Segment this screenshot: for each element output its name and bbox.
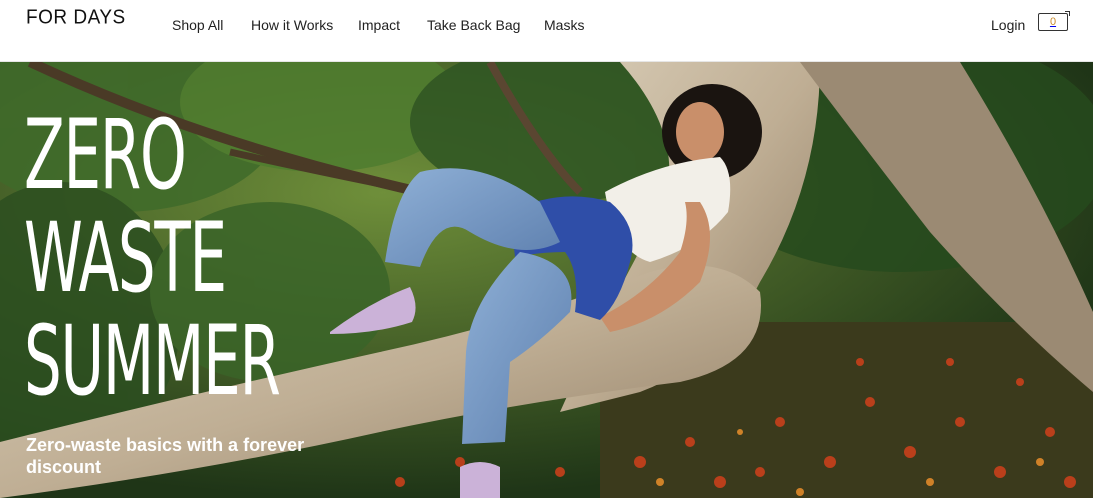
cart-button[interactable]: 0 (1038, 11, 1070, 31)
nav-item-shop-all[interactable]: Shop All (172, 17, 223, 33)
cart-count: 0 (1049, 16, 1057, 28)
hero-title: ZERO WASTE SUMMER (24, 99, 281, 417)
login-link[interactable]: Login (991, 17, 1025, 33)
nav-item-take-back-bag[interactable]: Take Back Bag (427, 17, 520, 33)
hero-subtitle: Zero-waste basics with a forever discoun… (26, 435, 305, 477)
hero-title-line: SUMMER (24, 305, 281, 417)
hero-title-line: WASTE (24, 202, 227, 314)
hero-title-line: ZERO (24, 99, 187, 211)
nav-item-impact[interactable]: Impact (358, 17, 400, 33)
nav-item-masks[interactable]: Masks (544, 17, 584, 33)
hero-banner[interactable]: ZERO WASTE SUMMER Zero-waste basics with… (0, 62, 1093, 498)
brand-logo[interactable]: FOR DAYS (26, 6, 126, 29)
nav-item-how-it-works[interactable]: How it Works (251, 17, 333, 33)
site-header: FOR DAYS Shop All How it Works Impact Ta… (0, 0, 1093, 62)
